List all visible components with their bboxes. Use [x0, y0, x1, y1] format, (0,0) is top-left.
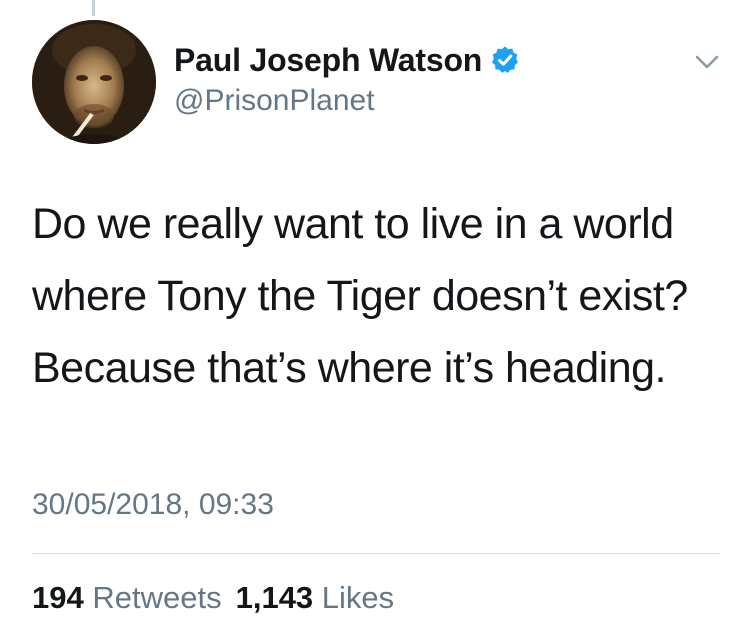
chevron-down-icon[interactable] — [694, 52, 720, 72]
retweets-label: Retweets — [92, 580, 222, 615]
thread-connector-line — [92, 0, 95, 16]
author-display-name[interactable]: Paul Joseph Watson — [174, 42, 482, 79]
author-name-row: Paul Joseph Watson — [174, 40, 520, 80]
divider — [32, 553, 720, 554]
avatar[interactable] — [32, 20, 156, 144]
tweet-text: Do we really want to live in a world whe… — [32, 200, 688, 392]
likes-count: 1,143 — [235, 580, 314, 615]
retweets-stat[interactable]: 194 Retweets — [32, 580, 222, 615]
tweet-timestamp[interactable]: 30/05/2018, 09:33 — [32, 488, 274, 522]
verified-badge-icon — [490, 45, 520, 75]
profile-photo-icon — [32, 20, 156, 144]
author-handle[interactable]: @PrisonPlanet — [174, 84, 375, 118]
retweets-count: 194 — [32, 580, 84, 615]
likes-stat[interactable]: 1,143 Likes — [236, 580, 395, 615]
likes-label: Likes — [321, 580, 395, 615]
engagement-stats: 194 Retweets 1,143 Likes — [32, 580, 394, 616]
